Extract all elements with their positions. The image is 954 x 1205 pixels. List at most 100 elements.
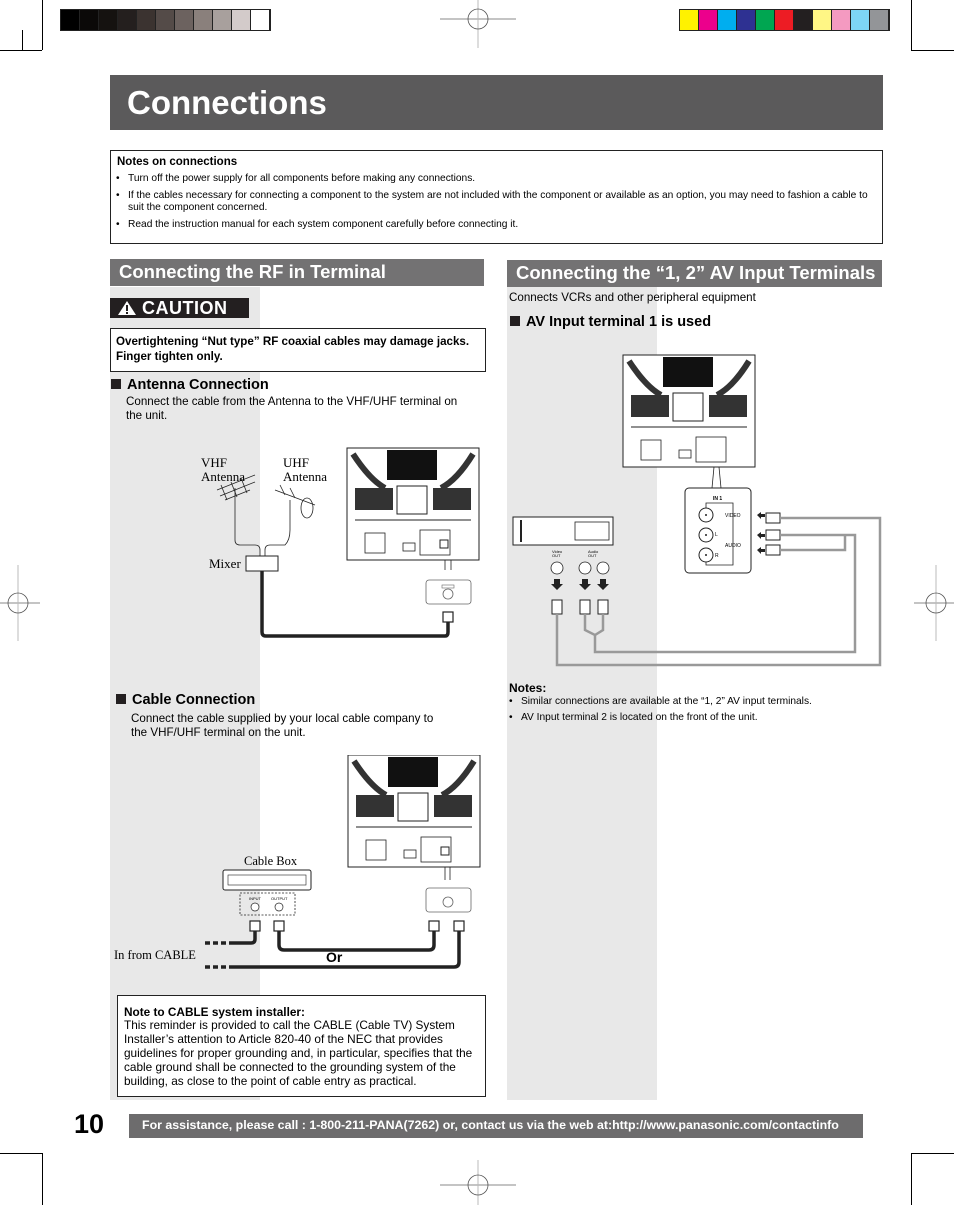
- audio-out-label-2: OUT: [588, 553, 597, 558]
- caution-text: Overtightening “Nut type” RF coaxial cab…: [116, 335, 470, 363]
- footer-bar: For assistance, please call : 1-800-211-…: [129, 1114, 863, 1138]
- crop-mark: [42, 1153, 43, 1205]
- caution-box: Overtightening “Nut type” RF coaxial cab…: [110, 328, 486, 372]
- color-swatch: [213, 10, 232, 30]
- color-swatch: [61, 10, 80, 30]
- in1-label: IN 1: [713, 496, 722, 502]
- crop-mark: [911, 1153, 954, 1154]
- page-number: 10: [74, 1109, 105, 1139]
- color-swatch: [680, 10, 699, 30]
- caution-label: CAUTION: [142, 298, 228, 318]
- crop-mark: [22, 30, 23, 50]
- color-swatch: [870, 10, 889, 30]
- color-swatch: [194, 10, 213, 30]
- output-label: OUTPUT: [271, 896, 288, 901]
- color-swatch: [832, 10, 851, 30]
- cable-diagram: Cable Box INPUT OUTPUT In from CABLE Or: [114, 755, 481, 969]
- vhf-label-2: Antenna: [201, 469, 245, 484]
- color-swatch: [156, 10, 175, 30]
- l-label: L: [715, 532, 718, 538]
- crop-mark: [911, 1153, 912, 1205]
- uhf-antenna-icon: [264, 484, 316, 560]
- crop-mark: [911, 0, 912, 50]
- f-connector-icons: [249, 920, 465, 932]
- color-swatch: [737, 10, 756, 30]
- tv-rear-panel: [346, 447, 480, 561]
- vcr-output-jacks: [550, 561, 610, 575]
- cable-box-label: Cable Box: [244, 854, 298, 868]
- av-section-header: Connecting the “1, 2” AV Input Terminals: [507, 260, 882, 287]
- in-from-cable-label: In from CABLE: [114, 948, 196, 962]
- footer-assistance-text: For assistance, please call : 1-800-211-…: [142, 1118, 839, 1132]
- vhf-label-1: VHF: [201, 455, 227, 470]
- av-notes-heading: Notes:: [509, 681, 547, 695]
- video-out-label-2: OUT: [552, 553, 561, 558]
- uhf-label-2: Antenna: [283, 469, 327, 484]
- vhf-antenna-icon: [216, 474, 261, 560]
- color-swatch: [775, 10, 794, 30]
- antenna-diagram: VHF Antenna UHF Antenna Mixer: [201, 447, 480, 638]
- bullet-square-icon: [116, 694, 126, 704]
- registration-mark-left: [0, 565, 40, 641]
- bullet-square-icon: [510, 316, 520, 326]
- note-item: If the cables necessary for connecting a…: [116, 190, 871, 214]
- tv-rear-panel: [622, 354, 756, 489]
- vcr-icon: [512, 516, 614, 546]
- r-label: R: [715, 553, 719, 559]
- bullet-square-icon: [111, 379, 121, 389]
- color-swatch: [794, 10, 813, 30]
- warning-triangle-icon: [118, 301, 136, 315]
- notes-on-connections-box: Notes on connections Turn off the power …: [110, 150, 883, 244]
- rf-terminal-callout: [425, 560, 472, 605]
- av-notes: Notes: Similar connections are available…: [509, 681, 879, 728]
- crop-mark: [0, 1153, 42, 1154]
- gray-swatch-strip: [60, 9, 271, 31]
- caution-badge: CAUTION: [110, 298, 249, 318]
- antenna-connection-text: Connect the cable from the Antenna to th…: [126, 395, 458, 422]
- or-label: Or: [326, 949, 343, 965]
- mixer-label: Mixer: [209, 556, 241, 571]
- installer-note-text: This reminder is provided to call the CA…: [124, 1018, 473, 1088]
- box-to-tv-cable: [277, 931, 436, 952]
- installer-note-heading: Note to CABLE system installer:: [124, 1005, 305, 1019]
- color-swatch: [813, 10, 832, 30]
- color-swatch: [718, 10, 737, 30]
- color-swatch: [137, 10, 156, 30]
- av-section-subtitle: Connects VCRs and other peripheral equip…: [509, 291, 756, 304]
- crop-mark: [911, 50, 954, 51]
- page-title-bar: Connections: [110, 75, 883, 130]
- notes-heading: Notes on connections: [117, 156, 238, 168]
- av-connection-diagram: IN 1 VIDEO AUDIO L R Video OUT Audio OUT: [512, 354, 882, 667]
- crop-mark: [42, 0, 43, 50]
- av-input-panel: IN 1 VIDEO AUDIO L R: [684, 487, 752, 574]
- f-connector-icon: [442, 611, 454, 623]
- color-swatch: [175, 10, 194, 30]
- cable-connection-heading: Cable Connection: [116, 692, 255, 708]
- color-swatch: [851, 10, 870, 30]
- down-arrow-icons: [551, 579, 609, 590]
- registration-mark-top: [440, 0, 516, 48]
- video-label: VIDEO: [725, 513, 741, 519]
- color-swatch: [232, 10, 251, 30]
- tv-rear-panel: [347, 755, 481, 868]
- mixer-box: [245, 555, 279, 572]
- rf-terminal-callout: [425, 867, 472, 913]
- color-swatch: [699, 10, 718, 30]
- color-swatch: [99, 10, 118, 30]
- uhf-label-1: UHF: [283, 455, 309, 470]
- av-note-item: AV Input terminal 2 is located on the fr…: [509, 712, 879, 724]
- input-label: INPUT: [249, 896, 262, 901]
- color-swatch: [80, 10, 99, 30]
- av-note-item: Similar connections are available at the…: [509, 696, 879, 708]
- rf-section-title: Connecting the RF in Terminal: [119, 261, 386, 282]
- color-swatch: [251, 10, 270, 30]
- cable-box-icon: INPUT OUTPUT: [222, 869, 312, 916]
- av-heading-text: AV Input terminal 1 is used: [526, 314, 712, 330]
- registration-mark-right: [914, 565, 954, 641]
- left-arrow-icons: [757, 512, 765, 554]
- registration-mark-bottom: [440, 1160, 516, 1205]
- av-section-title: Connecting the “1, 2” AV Input Terminals: [516, 262, 876, 283]
- cable-heading-text: Cable Connection: [132, 692, 256, 708]
- av-input-heading: AV Input terminal 1 is used: [510, 314, 711, 330]
- rf-section-header: Connecting the RF in Terminal: [110, 259, 484, 286]
